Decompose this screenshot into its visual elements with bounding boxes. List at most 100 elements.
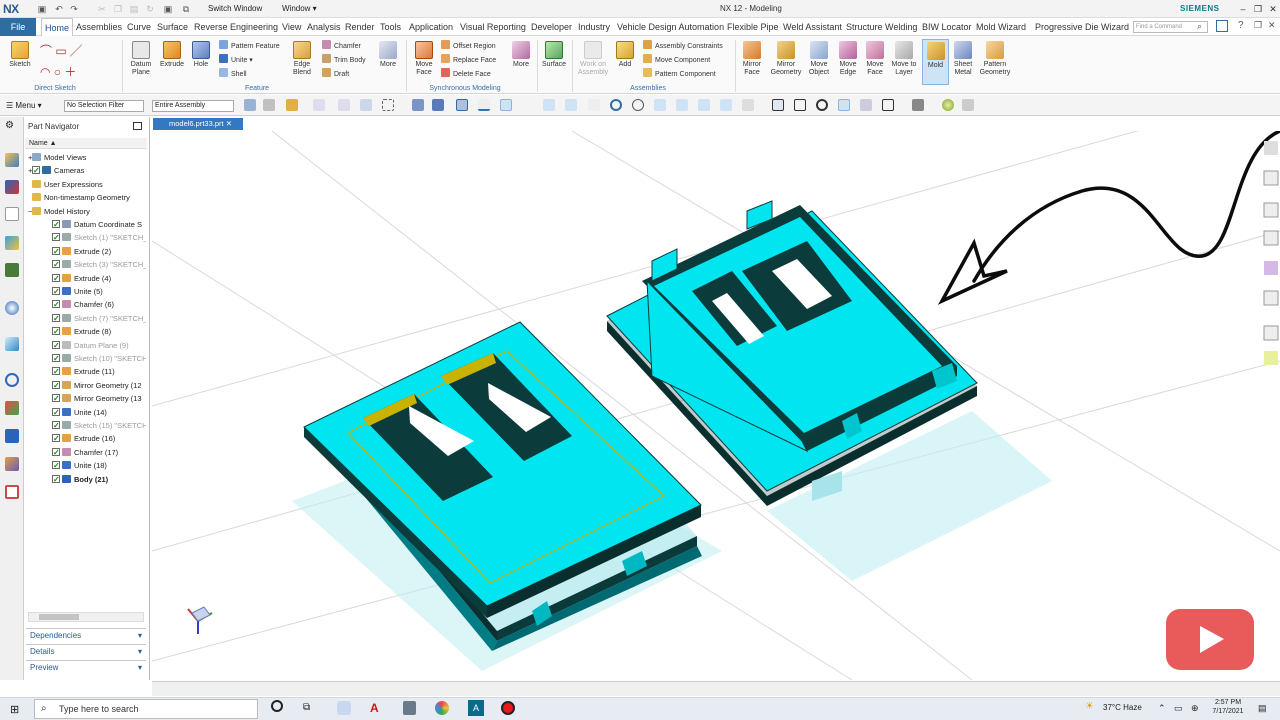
network-icon[interactable]: ▭ xyxy=(1174,703,1183,714)
arc-circle-icons[interactable]: ◠ ○ ＋ xyxy=(40,63,76,80)
pattern-feature-button[interactable]: Pattern Feature xyxy=(219,40,280,52)
notification-icon[interactable]: ▤ xyxy=(1258,703,1267,714)
tab-surface[interactable]: Surface xyxy=(157,18,188,36)
move-face-button[interactable]: Move Face xyxy=(410,41,438,77)
tree-row[interactable]: Datum Coordinate S xyxy=(28,218,146,231)
tree-node[interactable]: Non-timestamp Geometry xyxy=(28,191,146,204)
curve-snap-icon[interactable] xyxy=(500,99,512,111)
model-viewport-graphics[interactable] xyxy=(152,131,1280,680)
tree-row[interactable]: Chamfer (17) xyxy=(28,446,146,459)
tab-visual-reporting[interactable]: Visual Reporting xyxy=(460,18,526,36)
tab-flexible-pipe[interactable]: Flexible Pipe xyxy=(727,18,779,36)
snap-icon[interactable] xyxy=(244,99,256,111)
endpoint-icon[interactable] xyxy=(543,99,555,111)
bounded-grid-icon[interactable] xyxy=(720,99,732,111)
window-layout-icon[interactable] xyxy=(1216,20,1228,32)
select-feature-icon[interactable] xyxy=(286,99,298,111)
tree-row[interactable]: Unite (5) xyxy=(28,285,146,298)
assembly-navigator-icon[interactable] xyxy=(5,153,19,167)
tab-home[interactable]: Home xyxy=(41,18,74,36)
tree-row[interactable]: Sketch (1) "SKETCH_ xyxy=(28,231,146,244)
lighting-icon[interactable] xyxy=(942,99,954,111)
nx-taskbar-icon[interactable]: A xyxy=(468,700,484,716)
visibility-checkbox[interactable] xyxy=(52,339,60,352)
calculator-icon[interactable] xyxy=(403,701,416,715)
visibility-checkbox[interactable] xyxy=(52,446,60,459)
work-layer-icon[interactable] xyxy=(962,99,974,111)
tree-row[interactable]: Mirror Geometry (13 xyxy=(28,392,146,405)
selection-scope-dropdown[interactable]: Entire Assembly xyxy=(152,100,234,112)
tab-tools[interactable]: Tools xyxy=(380,18,401,36)
recorder-icon[interactable] xyxy=(501,701,515,715)
tree-node[interactable]: + Model Views xyxy=(28,151,146,164)
rectangle-select-icon[interactable] xyxy=(360,99,372,111)
menu-button[interactable]: ☰ Menu ▾ xyxy=(6,101,42,110)
history-icon[interactable] xyxy=(5,337,19,351)
clock[interactable]: 2:57 PM 7/17/2021 xyxy=(1208,698,1248,716)
web-browser-icon[interactable] xyxy=(5,301,19,315)
minimize-button[interactable]: – xyxy=(1236,3,1250,15)
visibility-checkbox[interactable] xyxy=(52,245,60,258)
chevron-up-icon[interactable]: ⌃ xyxy=(1158,703,1166,714)
datum-plane-button[interactable]: Datum Plane xyxy=(127,41,155,77)
zoom-icon[interactable] xyxy=(794,99,806,111)
acrobat-icon[interactable]: A xyxy=(370,701,379,715)
point-on-curve-icon[interactable] xyxy=(676,99,688,111)
scrollbar-thumb[interactable] xyxy=(39,614,79,620)
tab-assemblies[interactable]: Assemblies xyxy=(76,18,122,36)
tab-application[interactable]: Application xyxy=(409,18,453,36)
tree-row[interactable]: Extrude (4) xyxy=(28,272,146,285)
details-panel[interactable]: Details ▾ xyxy=(26,644,146,658)
sheet-metal-button[interactable]: Sheet Metal xyxy=(950,41,976,77)
horizontal-scrollbar[interactable] xyxy=(28,612,144,622)
selection-filter-dropdown[interactable]: No Selection Filter xyxy=(64,100,144,112)
background-icon[interactable] xyxy=(912,99,924,111)
tree-row[interactable]: Sketch (15) "SKETCH xyxy=(28,419,146,432)
browser-icon[interactable] xyxy=(435,701,449,715)
tab-mold-wizard[interactable]: Mold Wizard xyxy=(976,18,1026,36)
unite-button[interactable]: Unite ▾ xyxy=(219,54,253,66)
tab-vehicle-design-automation[interactable]: Vehicle Design Automation xyxy=(617,18,724,36)
tab-weld-assistant[interactable]: Weld Assistant xyxy=(783,18,842,36)
redo-icon[interactable]: ↷ xyxy=(68,3,80,15)
tab-analysis[interactable]: Analysis xyxy=(307,18,341,36)
visibility-checkbox[interactable] xyxy=(52,419,60,432)
visibility-checkbox[interactable] xyxy=(52,473,60,486)
snap-point-icon[interactable] xyxy=(456,99,468,111)
close-small-icon[interactable]: ✕ xyxy=(1268,20,1276,31)
tree-row[interactable]: Unite (14) xyxy=(28,406,146,419)
app-icon[interactable] xyxy=(337,701,351,715)
settings-icon[interactable]: ⚙ xyxy=(5,120,14,131)
taskbar-search-input[interactable]: Type here to search xyxy=(34,699,258,719)
visibility-checkbox[interactable] xyxy=(52,218,60,231)
visibility-checkbox[interactable] xyxy=(52,406,60,419)
repeat-icon[interactable]: ↻ xyxy=(144,3,156,15)
visibility-checkbox[interactable] xyxy=(52,231,60,244)
help-icon[interactable]: ? xyxy=(1238,20,1244,31)
process-studio-icon[interactable] xyxy=(5,401,19,415)
visibility-checkbox[interactable] xyxy=(52,365,60,378)
part-navigator-icon[interactable] xyxy=(5,207,19,221)
fit-icon[interactable] xyxy=(772,99,784,111)
rotate-icon[interactable] xyxy=(816,99,828,111)
intersection-icon[interactable] xyxy=(588,99,600,111)
visibility-checkbox[interactable] xyxy=(52,325,60,338)
mirror-geometry-button[interactable]: Mirror Geometry xyxy=(769,41,803,77)
close-button[interactable]: ✕ xyxy=(1266,3,1280,15)
trim-body-button[interactable]: Trim Body xyxy=(322,54,366,66)
section-icon[interactable] xyxy=(882,99,894,111)
dependencies-panel[interactable]: Dependencies ▾ xyxy=(26,628,146,642)
visibility-checkbox[interactable] xyxy=(52,272,60,285)
solid-icon[interactable] xyxy=(432,99,444,111)
work-on-assembly-button[interactable]: Work on Assembly xyxy=(576,41,610,77)
mold-button[interactable]: Mold xyxy=(922,39,949,85)
midpoint-icon[interactable] xyxy=(565,99,577,111)
visibility-checkbox[interactable] xyxy=(52,392,60,405)
search-icon[interactable]: ⌕ xyxy=(1197,21,1202,32)
curve-tools-icons[interactable]: ⌒ ▭ ╱ xyxy=(40,42,82,59)
orient-view-icon[interactable] xyxy=(838,99,850,111)
move-component-button[interactable]: Move Component xyxy=(643,54,710,66)
column-header-name[interactable]: Name ▲ xyxy=(25,138,147,149)
youtube-play-button[interactable] xyxy=(1166,609,1254,670)
hd3d-tools-icon[interactable] xyxy=(5,263,19,277)
